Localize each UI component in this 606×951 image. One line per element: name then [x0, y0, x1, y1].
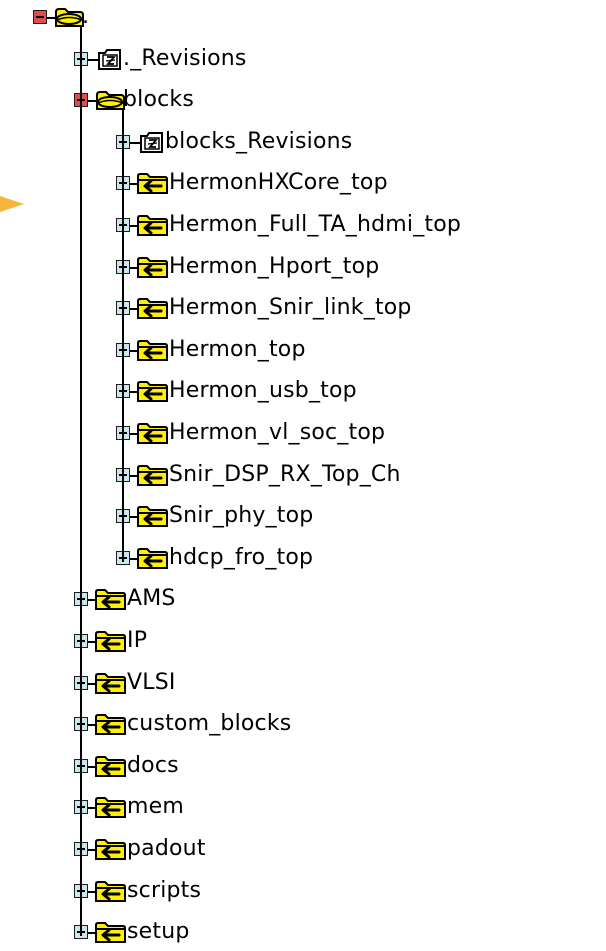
- tree-guide-line: [80, 26, 82, 934]
- tree-node-root[interactable]: .: [0, 0, 606, 36]
- tree-node-mem[interactable]: mem: [0, 790, 606, 826]
- tree-node-scripts[interactable]: scripts: [0, 874, 606, 910]
- linked-folder-icon: [136, 254, 168, 280]
- tree-node-label: blocks_Revisions: [165, 128, 353, 154]
- tree-node-vlsi[interactable]: VLSI: [0, 666, 606, 702]
- linked-folder-icon: [94, 836, 126, 862]
- tree-node-label: custom_blocks: [127, 711, 292, 737]
- tree-node-label: setup: [127, 919, 190, 945]
- pointer-arrow: [0, 190, 24, 218]
- linked-folder-icon: [136, 462, 168, 488]
- revision-folder-icon: [136, 129, 168, 155]
- linked-folder-icon: [136, 337, 168, 363]
- linked-folder-icon: [94, 753, 126, 779]
- linked-folder-icon: [94, 919, 126, 945]
- tree-node-label: Hermon_vl_soc_top: [169, 420, 386, 445]
- tree-node-snir-phy-top[interactable]: Snir_phy_top: [0, 499, 606, 535]
- tree-node-label: Hermon_Hport_top: [169, 253, 380, 279]
- tree-node-snir-dsp-rx-top-ch[interactable]: Snir_DSP_RX_Top_Ch: [0, 458, 606, 494]
- tree-node-setup[interactable]: setup: [0, 915, 606, 951]
- tree-node-hermon-hport-top[interactable]: Hermon_Hport_top: [0, 250, 606, 286]
- tree-node-hermon-snir-link-top[interactable]: Hermon_Snir_link_top: [0, 291, 606, 327]
- tree-node-label: ._Revisions: [123, 45, 247, 71]
- linked-folder-icon: [136, 545, 168, 571]
- tree-node-ams[interactable]: AMS: [0, 582, 606, 618]
- collapse-toggle[interactable]: [33, 10, 47, 24]
- tree-node-label: AMS: [127, 586, 176, 612]
- linked-folder-icon: [136, 212, 168, 238]
- tree-guide-line: [122, 109, 124, 559]
- tree-node-blocks-revisions[interactable]: blocks_Revisions: [0, 125, 606, 161]
- tree-node-label: HermonHXCore_top: [169, 170, 388, 196]
- linked-folder-icon: [94, 794, 126, 820]
- tree-node-label: Hermon_Full_TA_hdmi_top: [169, 212, 462, 237]
- tree-node-label: Hermon_Snir_link_top: [169, 295, 412, 321]
- linked-folder-icon: [136, 295, 168, 321]
- tree-node-hermon-vl-soc-top[interactable]: Hermon_vl_soc_top: [0, 416, 606, 452]
- tree-node-hermon-top[interactable]: Hermon_top: [0, 333, 606, 369]
- tree-node-label: Hermon_top: [169, 336, 306, 362]
- linked-folder-icon: [94, 670, 126, 696]
- tree-node-hermon-full-ta-hdmi-top[interactable]: Hermon_Full_TA_hdmi_top: [0, 208, 606, 244]
- tree-node-hermonhxcore-top[interactable]: HermonHXCore_top: [0, 166, 606, 202]
- tree-node-hdcp-fro-top[interactable]: hdcp_fro_top: [0, 541, 606, 577]
- tree-node-label: scripts: [127, 877, 202, 903]
- directory-tree: . ._Revisions blocks blocks_Revisions He…: [0, 0, 606, 945]
- tree-node-custom-blocks[interactable]: custom_blocks: [0, 707, 606, 743]
- linked-folder-icon: [94, 711, 126, 737]
- tree-node-label: mem: [127, 794, 184, 820]
- linked-folder-icon: [136, 170, 168, 196]
- tree-node-padout[interactable]: padout: [0, 832, 606, 868]
- linked-folder-icon: [136, 503, 168, 529]
- revision-folder-icon: [94, 46, 126, 72]
- linked-folder-icon: [94, 586, 126, 612]
- tree-node-label: .: [82, 4, 90, 29]
- tree-node-label: blocks: [123, 87, 195, 113]
- tree-node-blocks[interactable]: blocks: [0, 83, 606, 119]
- linked-folder-icon: [94, 628, 126, 654]
- tree-node-hermon-usb-top[interactable]: Hermon_usb_top: [0, 374, 606, 410]
- tree-node-label: Hermon_usb_top: [169, 378, 357, 404]
- tree-node-label: docs: [127, 752, 179, 778]
- linked-folder-icon: [136, 378, 168, 404]
- tree-node-label: Snir_DSP_RX_Top_Ch: [169, 461, 401, 487]
- tree-node-ip[interactable]: IP: [0, 624, 606, 660]
- tree-node-docs[interactable]: docs: [0, 749, 606, 785]
- tree-node-label: padout: [127, 836, 206, 861]
- linked-folder-icon: [94, 878, 126, 904]
- tree-node-label: IP: [127, 628, 148, 653]
- tree-node-label: Snir_phy_top: [169, 503, 314, 529]
- linked-folder-icon: [136, 420, 168, 446]
- tree-node-label: hdcp_fro_top: [169, 544, 314, 570]
- tree-node-label: VLSI: [127, 669, 176, 695]
- tree-node-revisions[interactable]: ._Revisions: [0, 42, 606, 78]
